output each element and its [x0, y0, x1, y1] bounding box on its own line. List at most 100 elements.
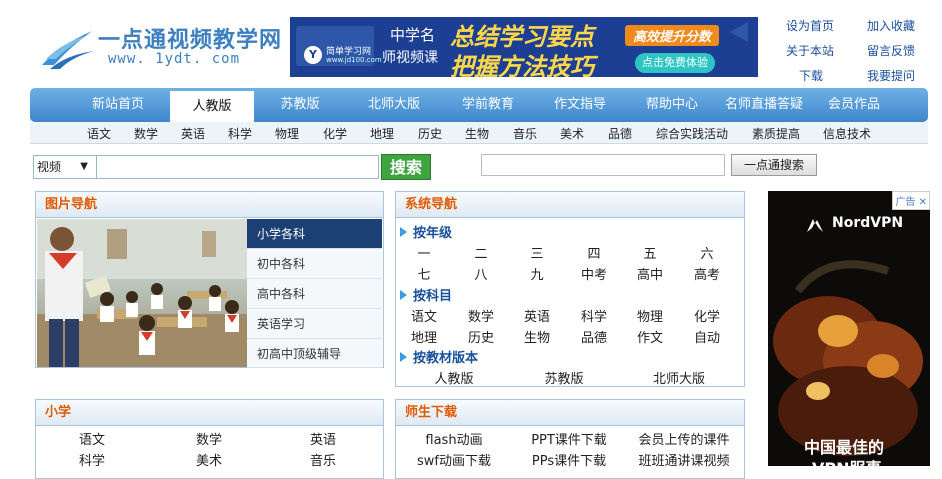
- search-type-select[interactable]: 视频 ▼: [33, 155, 97, 179]
- subject-link[interactable]: 地理: [370, 125, 394, 142]
- primary-subject-link[interactable]: 数学: [181, 429, 237, 448]
- primary-subject-link[interactable]: 科学: [64, 450, 120, 469]
- subject-link[interactable]: 综合实践活动: [656, 125, 728, 142]
- grade-link[interactable]: 高考: [679, 264, 735, 283]
- search-button[interactable]: 搜索: [381, 154, 431, 180]
- system-nav-panel: 系统导航 按年级 一 二 三 四 五 六 七 八 九 中考 高中 高考 按科目 …: [395, 191, 745, 387]
- edition-heading: 按教材版本: [400, 347, 478, 366]
- tab-senior[interactable]: 高中各科: [247, 279, 382, 309]
- ad-brand: NordVPN: [832, 215, 904, 231]
- banner-tag: 高效提升分数: [625, 25, 720, 46]
- subject-link[interactable]: 美术: [560, 125, 584, 142]
- download-link[interactable]: flash动画: [396, 429, 512, 448]
- nav-item-beishida[interactable]: 北师大版: [352, 88, 436, 122]
- edition-link[interactable]: 人教版: [396, 368, 512, 387]
- subject-link[interactable]: 化学: [323, 125, 347, 142]
- subject-link[interactable]: 英语: [181, 125, 205, 142]
- subject-link[interactable]: 语文: [87, 125, 111, 142]
- edition-link[interactable]: 北师大版: [621, 368, 737, 387]
- subject-link[interactable]: 语文: [396, 306, 452, 325]
- grade-link[interactable]: 九: [509, 264, 565, 283]
- subject-link[interactable]: 素质提高: [752, 125, 800, 142]
- site-search-button[interactable]: 一点通搜索: [731, 154, 817, 176]
- subject-link[interactable]: 信息技术: [823, 125, 871, 142]
- ad-headline-2: VPN服事: [812, 455, 882, 466]
- banner-trial-button[interactable]: 点击免费体验: [635, 53, 715, 73]
- banner-line1: 中学名: [390, 26, 436, 44]
- add-favorite-link[interactable]: 加入收藏: [867, 17, 915, 34]
- nav-item-preschool[interactable]: 学前教育: [450, 88, 526, 122]
- about-link[interactable]: 关于本站: [786, 42, 834, 59]
- subject-link[interactable]: 科学: [228, 125, 252, 142]
- grade-link[interactable]: 七: [396, 264, 452, 283]
- nav-item-live[interactable]: 名师直播答疑: [716, 88, 812, 122]
- grade-link[interactable]: 三: [509, 243, 565, 262]
- grade-link[interactable]: 中考: [566, 264, 622, 283]
- subject-link[interactable]: 作文: [622, 327, 678, 346]
- nav-item-help[interactable]: 帮助中心: [634, 88, 710, 122]
- site-search-input[interactable]: [481, 154, 725, 176]
- subject-link[interactable]: 科学: [566, 306, 622, 325]
- panel-title: 师生下载: [396, 400, 744, 426]
- subject-link[interactable]: 历史: [453, 327, 509, 346]
- subject-link[interactable]: 历史: [418, 125, 442, 142]
- subject-link[interactable]: 生物: [465, 125, 489, 142]
- logo-icon[interactable]: [40, 25, 95, 70]
- search-input[interactable]: [97, 155, 379, 179]
- set-homepage-link[interactable]: 设为首页: [786, 17, 834, 34]
- subject-link[interactable]: 生物: [509, 327, 565, 346]
- subject-link[interactable]: 地理: [396, 327, 452, 346]
- ad-banner[interactable]: Y 简单学习网 www.jd100.com 中学名 师视频课 总结学习要点 把握…: [290, 17, 758, 77]
- primary-subject-link[interactable]: 音乐: [295, 450, 351, 469]
- subject-link[interactable]: 物理: [622, 306, 678, 325]
- ask-question-link[interactable]: 我要提问: [867, 67, 915, 84]
- grade-link[interactable]: 八: [453, 264, 509, 283]
- tab-junior[interactable]: 初中各科: [247, 249, 382, 279]
- subject-link[interactable]: 自动: [679, 327, 735, 346]
- edition-link[interactable]: 苏教版: [506, 368, 622, 387]
- subject-link[interactable]: 英语: [509, 306, 565, 325]
- downloads-panel: 师生下载 flash动画 PPT课件下载 会员上传的课件 swf动画下载 PPs…: [395, 399, 745, 479]
- feedback-link[interactable]: 留言反馈: [867, 42, 915, 59]
- primary-subject-link[interactable]: 英语: [295, 429, 351, 448]
- primary-panel: 小学 语文 数学 英语 科学 美术 音乐: [35, 399, 384, 479]
- panel-title: 系统导航: [396, 192, 744, 218]
- subject-link[interactable]: 品德: [566, 327, 622, 346]
- nav-item-renjiao[interactable]: 人教版: [170, 91, 254, 122]
- download-link[interactable]: 下载: [799, 67, 823, 84]
- grade-link[interactable]: 五: [622, 243, 678, 262]
- banner-line2: 师视频课: [382, 50, 438, 66]
- primary-subject-link[interactable]: 语文: [64, 429, 120, 448]
- grade-link[interactable]: 二: [453, 243, 509, 262]
- download-link[interactable]: 会员上传的课件: [626, 429, 742, 448]
- subject-link[interactable]: 数学: [134, 125, 158, 142]
- nav-item-sujiao[interactable]: 苏教版: [268, 88, 332, 122]
- tab-english[interactable]: 英语学习: [247, 309, 382, 339]
- banner-brand-url: www.jd100.com: [326, 56, 382, 64]
- subject-link[interactable]: 化学: [679, 306, 735, 325]
- subject-link[interactable]: 音乐: [513, 125, 537, 142]
- download-link[interactable]: swf动画下载: [396, 450, 512, 469]
- classroom-photo[interactable]: [37, 219, 247, 367]
- subject-link[interactable]: 品德: [608, 125, 632, 142]
- subject-link[interactable]: 物理: [275, 125, 299, 142]
- download-link[interactable]: 班班通讲课视频: [626, 450, 742, 469]
- tab-primary[interactable]: 小学各科: [247, 219, 382, 249]
- grade-link[interactable]: 四: [566, 243, 622, 262]
- ad-badge[interactable]: 广告 ✕: [892, 191, 930, 210]
- subject-link[interactable]: 数学: [453, 306, 509, 325]
- subject-bar: 语文 数学 英语 科学 物理 化学 地理 历史 生物 音乐 美术 品德 综合实践…: [30, 122, 928, 144]
- nav-item-member-works[interactable]: 会员作品: [820, 88, 888, 122]
- side-ad[interactable]: 广告 ✕ NordVPN 中国最佳的 VPN服事: [768, 191, 930, 466]
- grade-link[interactable]: 一: [396, 243, 452, 262]
- tab-tutoring[interactable]: 初高中顶级辅导: [247, 339, 382, 368]
- download-link[interactable]: PPT课件下载: [511, 429, 627, 448]
- banner-headline2: 把握方法技巧: [450, 53, 594, 77]
- site-title[interactable]: 一点通视频教学网: [98, 22, 282, 54]
- grade-link[interactable]: 六: [679, 243, 735, 262]
- primary-subject-link[interactable]: 美术: [181, 450, 237, 469]
- grade-link[interactable]: 高中: [622, 264, 678, 283]
- download-link[interactable]: PPs课件下载: [511, 450, 627, 469]
- nav-item-home[interactable]: 新站首页: [80, 88, 156, 122]
- nav-item-composition[interactable]: 作文指导: [542, 88, 618, 122]
